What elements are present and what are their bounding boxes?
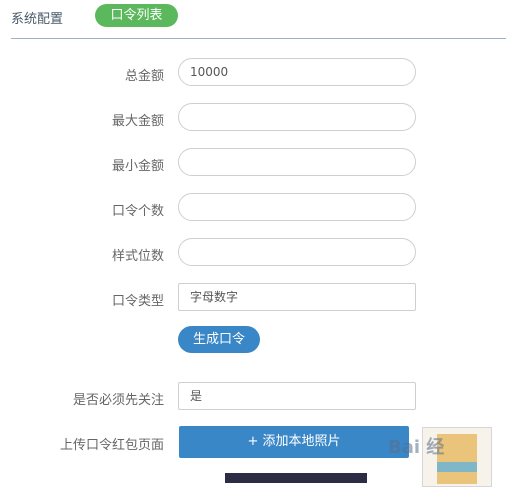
token-count-label: 口令个数 bbox=[111, 204, 164, 219]
token-type-label: 口令类型 bbox=[111, 294, 164, 309]
generate-token-button[interactable]: 生成口令 bbox=[178, 326, 260, 353]
tab-token-list[interactable]: 口令列表 bbox=[95, 4, 178, 27]
must-follow-label: 是否必须先关注 bbox=[72, 393, 164, 408]
total-amount-input[interactable]: 10000 bbox=[178, 58, 416, 86]
min-amount-input[interactable] bbox=[178, 148, 416, 176]
style-digits-label: 样式位数 bbox=[111, 249, 164, 264]
thumbnail-band bbox=[437, 462, 477, 472]
watermark-logo: Bai 经 bbox=[388, 437, 445, 458]
uploaded-image-preview bbox=[225, 473, 367, 483]
max-amount-input[interactable] bbox=[178, 103, 416, 131]
tab-divider bbox=[11, 38, 506, 39]
tab-system-config[interactable]: 系统配置 bbox=[11, 8, 63, 27]
tab-bar: 系统配置 口令列表 bbox=[0, 0, 506, 40]
upload-page-label: 上传口令红包页面 bbox=[59, 438, 164, 453]
add-local-photo-button[interactable]: + 添加本地照片 bbox=[179, 426, 409, 458]
min-amount-label: 最小金额 bbox=[111, 159, 164, 174]
total-amount-label: 总金额 bbox=[124, 69, 164, 84]
must-follow-select[interactable]: 是 bbox=[178, 382, 416, 410]
max-amount-label: 最大金额 bbox=[111, 114, 164, 129]
token-type-select[interactable]: 字母数字 bbox=[178, 283, 416, 311]
style-digits-input[interactable] bbox=[178, 238, 416, 266]
token-count-input[interactable] bbox=[178, 193, 416, 221]
